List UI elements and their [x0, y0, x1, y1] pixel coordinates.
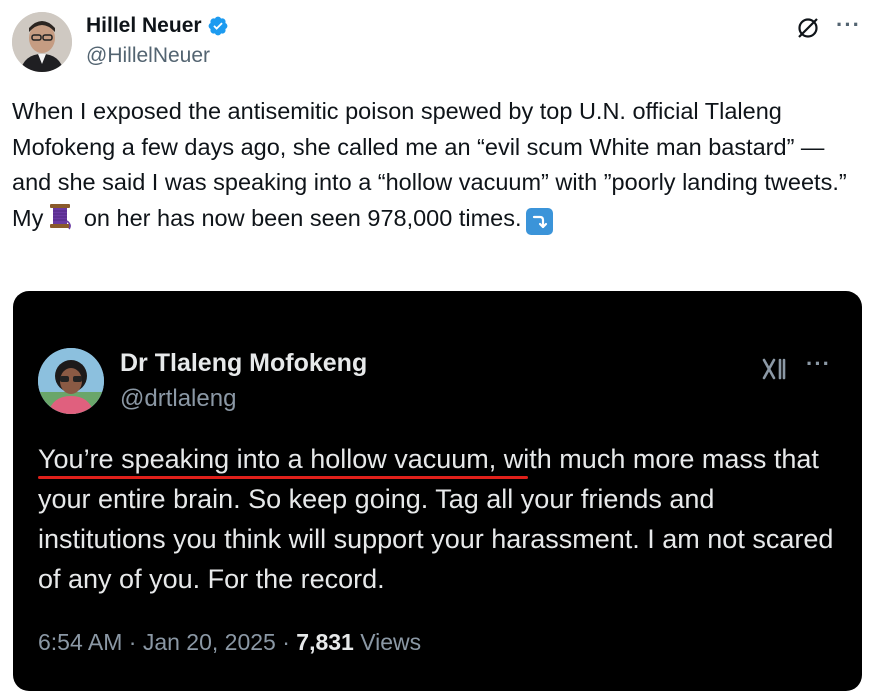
grok-icon[interactable]	[796, 16, 820, 40]
author-avatar[interactable]	[12, 12, 72, 72]
author-name-row: Hillel Neuer	[86, 14, 229, 38]
embedded-views-label: Views	[353, 629, 422, 655]
author-handle[interactable]: @HillelNeuer	[86, 44, 210, 68]
embedded-author-avatar	[38, 348, 104, 414]
verified-badge-icon	[207, 15, 229, 37]
embedded-views-count: 7,831	[296, 629, 354, 655]
embedded-author-name: Dr Tlaleng Mofokeng	[120, 349, 368, 377]
thread-spool-icon	[45, 201, 75, 242]
x-logo-icon	[760, 355, 788, 383]
embedded-author-handle: @drtlaleng	[120, 385, 237, 412]
tweet-text: When I exposed the antisemitic poison sp…	[12, 94, 862, 241]
attached-image[interactable]: Dr Tlaleng Mofokeng @drtlaleng ··· You’r…	[13, 291, 862, 691]
more-options-icon[interactable]: ···	[836, 12, 861, 38]
tweet-text-part-2: on her has now been seen 978,000 times.	[77, 204, 522, 231]
author-name[interactable]: Hillel Neuer	[86, 14, 202, 38]
embedded-timestamp: 6:54 AM · Jan 20, 2025 ·	[38, 629, 297, 655]
embedded-tweet-text: You’re speaking into a hollow vacuum, wi…	[38, 444, 834, 594]
embedded-tweet-meta: 6:54 AM · Jan 20, 2025 · 7,831 Views	[38, 629, 421, 656]
embedded-more-icon: ···	[806, 351, 831, 376]
arrow-curving-down-icon	[525, 208, 553, 235]
red-underline-annotation	[38, 476, 528, 479]
